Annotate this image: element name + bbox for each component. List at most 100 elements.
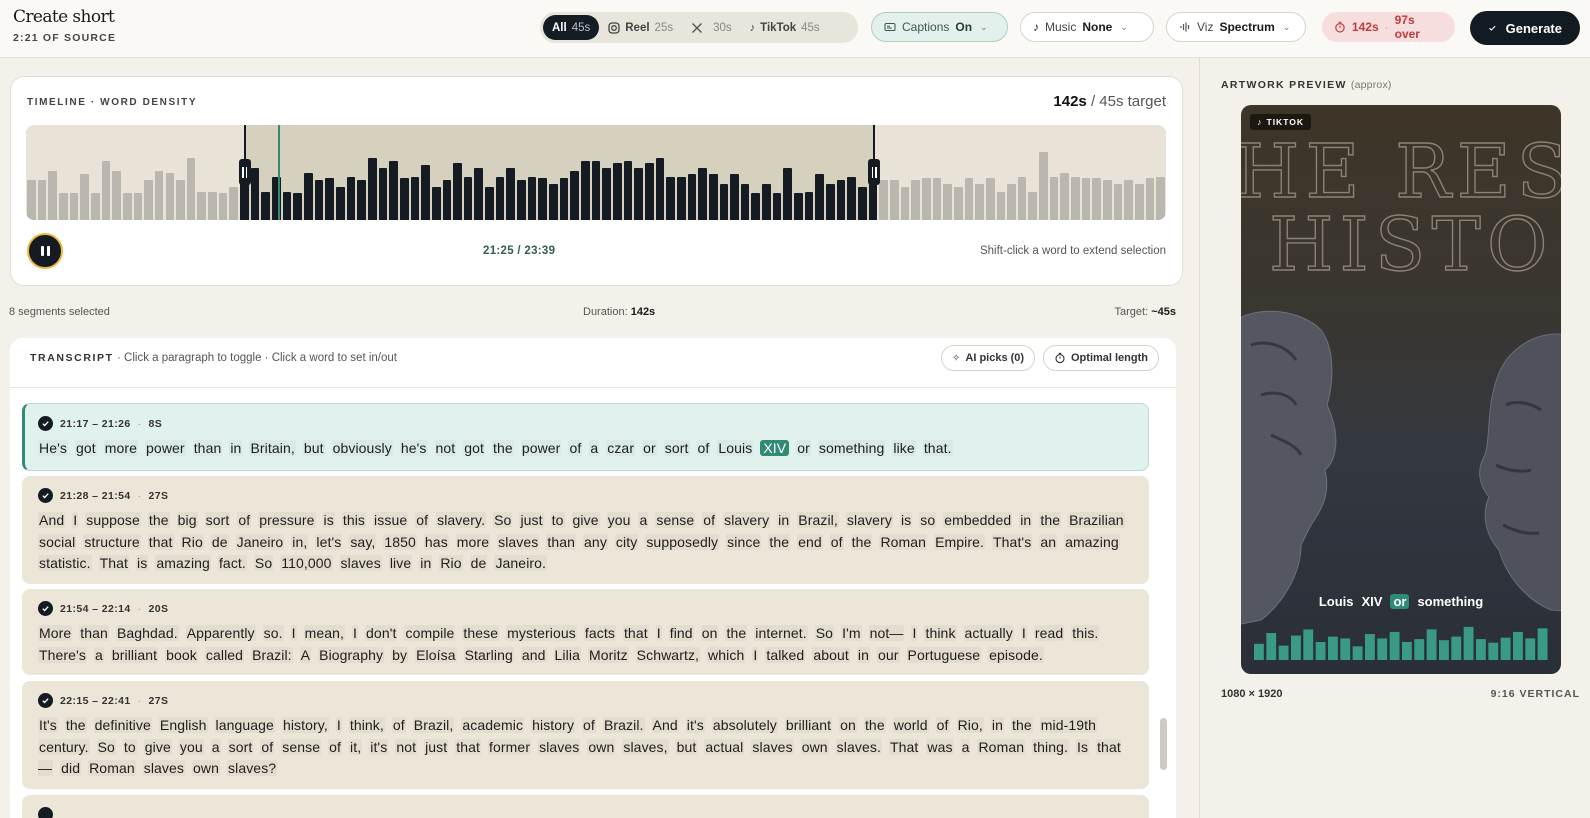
transcript-word[interactable]: I xyxy=(72,512,78,528)
transcript-word[interactable]: own xyxy=(801,739,829,755)
transcript-word[interactable]: Baghdad. xyxy=(116,625,179,641)
selection-end-handle[interactable] xyxy=(868,159,881,185)
transcript-word[interactable]: There's xyxy=(38,647,87,663)
transcript-word[interactable]: Biography xyxy=(318,647,384,663)
transcript-word[interactable]: you xyxy=(607,512,632,528)
transcript-word[interactable]: former xyxy=(488,739,531,755)
transcript-word[interactable]: Rio xyxy=(181,534,204,550)
transcript-word[interactable]: episode. xyxy=(988,647,1044,663)
transcript-word[interactable]: so xyxy=(919,512,936,528)
transcript-word[interactable]: And xyxy=(652,717,679,733)
transcript-word[interactable]: think xyxy=(924,625,956,641)
transcript-word[interactable]: social xyxy=(38,534,76,550)
transcript-word[interactable]: not— xyxy=(869,625,905,641)
transcript-word[interactable]: than xyxy=(193,440,223,456)
transcript-word[interactable]: the xyxy=(725,625,747,641)
transcript-word[interactable]: slavery. xyxy=(436,512,486,528)
transcript-word[interactable]: slaves xyxy=(143,760,185,776)
transcript-word[interactable]: de xyxy=(470,555,488,571)
transcript-word[interactable]: the xyxy=(1011,717,1033,733)
word-density-waveform[interactable] xyxy=(26,125,1166,220)
transcript-word[interactable]: Schwartz, xyxy=(636,647,700,663)
transcript-word[interactable]: So xyxy=(493,512,512,528)
transcript-word[interactable]: was xyxy=(926,739,953,755)
transcript-word[interactable]: on xyxy=(839,717,857,733)
transcript-word[interactable]: thing. xyxy=(1032,739,1069,755)
transcript-word[interactable]: Eloísa xyxy=(415,647,457,663)
transcript-word[interactable]: I xyxy=(656,625,662,641)
transcript-word[interactable]: embedded xyxy=(943,512,1012,528)
transcript-word[interactable]: is xyxy=(136,555,148,571)
transcript-word[interactable]: on xyxy=(701,625,719,641)
viz-dropdown[interactable]: Viz Spectrum ⌄ xyxy=(1166,12,1306,42)
transcript-word[interactable]: structure xyxy=(83,534,140,550)
transcript-word[interactable]: I xyxy=(752,647,758,663)
transcript-word[interactable]: slaves xyxy=(497,534,539,550)
transcript-word[interactable]: Brazil. xyxy=(603,717,645,733)
transcript-word[interactable]: more xyxy=(456,534,490,550)
transcript-word[interactable]: I xyxy=(352,625,358,641)
transcript-word[interactable]: city xyxy=(615,534,638,550)
transcript-word[interactable]: I xyxy=(911,625,917,641)
transcript-scrollbar[interactable] xyxy=(1160,718,1167,770)
check-icon[interactable] xyxy=(38,693,53,708)
transcript-word[interactable]: Brazil: xyxy=(251,647,293,663)
transcript-word[interactable]: XIV xyxy=(760,440,790,456)
transcript-word[interactable]: Empire. xyxy=(934,534,985,550)
transcript-word[interactable]: the xyxy=(148,512,170,528)
transcript-word[interactable]: in xyxy=(857,647,870,663)
transcript-word[interactable]: century. xyxy=(38,739,90,755)
check-icon[interactable] xyxy=(38,807,53,818)
transcript-word[interactable]: a xyxy=(211,739,221,755)
transcript-word[interactable]: fact. xyxy=(218,555,247,571)
transcript-word[interactable]: or xyxy=(642,440,657,456)
transcript-word[interactable]: And xyxy=(38,512,65,528)
transcript-word[interactable]: sort xyxy=(205,512,231,528)
transcript-word[interactable]: facts xyxy=(584,625,616,641)
transcript-word[interactable]: It's xyxy=(38,717,58,733)
transcript-word[interactable]: power xyxy=(145,440,186,456)
transcript-word[interactable]: brilliant xyxy=(785,717,832,733)
transcript-word[interactable]: slavery xyxy=(723,512,770,528)
transcript-word[interactable]: slaves xyxy=(751,739,793,755)
transcript-word[interactable]: slaves, xyxy=(622,739,668,755)
transcript-word[interactable]: That xyxy=(889,739,919,755)
transcript-word[interactable]: slaves xyxy=(538,739,580,755)
transcript-segment[interactable]: 21:28 – 21:54 · 27S And I suppose the bi… xyxy=(22,476,1149,584)
generate-button[interactable]: Generate xyxy=(1470,11,1580,45)
music-dropdown[interactable]: ♪ Music None ⌄ xyxy=(1020,12,1154,42)
transcript-word[interactable]: that xyxy=(455,739,481,755)
transcript-word[interactable]: Portuguese xyxy=(907,647,982,663)
transcript-word[interactable]: in xyxy=(1019,512,1032,528)
transcript-word[interactable]: Louis xyxy=(717,440,753,456)
transcript-segment[interactable] xyxy=(22,795,1149,818)
transcript-word[interactable]: I xyxy=(1021,625,1027,641)
transcript-word[interactable]: so. xyxy=(263,625,284,641)
transcript-word[interactable]: A xyxy=(300,647,311,663)
transcript-word[interactable]: obviously xyxy=(332,440,393,456)
transcript-word[interactable]: sense xyxy=(655,512,695,528)
transcript-word[interactable]: end xyxy=(797,534,823,550)
selection-start-handle[interactable] xyxy=(238,159,251,185)
transcript-word[interactable]: I xyxy=(336,717,342,733)
transcript-word[interactable]: in xyxy=(777,512,790,528)
transcript-word[interactable]: language xyxy=(215,717,275,733)
transcript-word[interactable]: slavery xyxy=(846,512,893,528)
transcript-word[interactable]: Apparently xyxy=(186,625,256,641)
transcript-word[interactable]: he's xyxy=(400,440,428,456)
transcript-word[interactable]: internet. xyxy=(754,625,808,641)
playhead[interactable] xyxy=(277,125,280,220)
transcript-word[interactable]: Brazil, xyxy=(413,717,455,733)
transcript-word[interactable]: in xyxy=(229,440,242,456)
optimal-length-button[interactable]: Optimal length xyxy=(1043,345,1159,371)
transcript-word[interactable]: give xyxy=(144,739,172,755)
transcript-word[interactable]: Brazil, xyxy=(797,512,839,528)
platform-tab-x[interactable]: 30s xyxy=(682,15,741,40)
transcript-word[interactable]: find xyxy=(669,625,694,641)
transcript-word[interactable]: of xyxy=(415,512,429,528)
transcript-word[interactable]: a xyxy=(589,440,599,456)
transcript-word[interactable]: than xyxy=(546,534,576,550)
transcript-word[interactable]: power xyxy=(521,440,562,456)
transcript-word[interactable]: that xyxy=(148,534,174,550)
transcript-word[interactable]: Starling xyxy=(464,647,514,663)
